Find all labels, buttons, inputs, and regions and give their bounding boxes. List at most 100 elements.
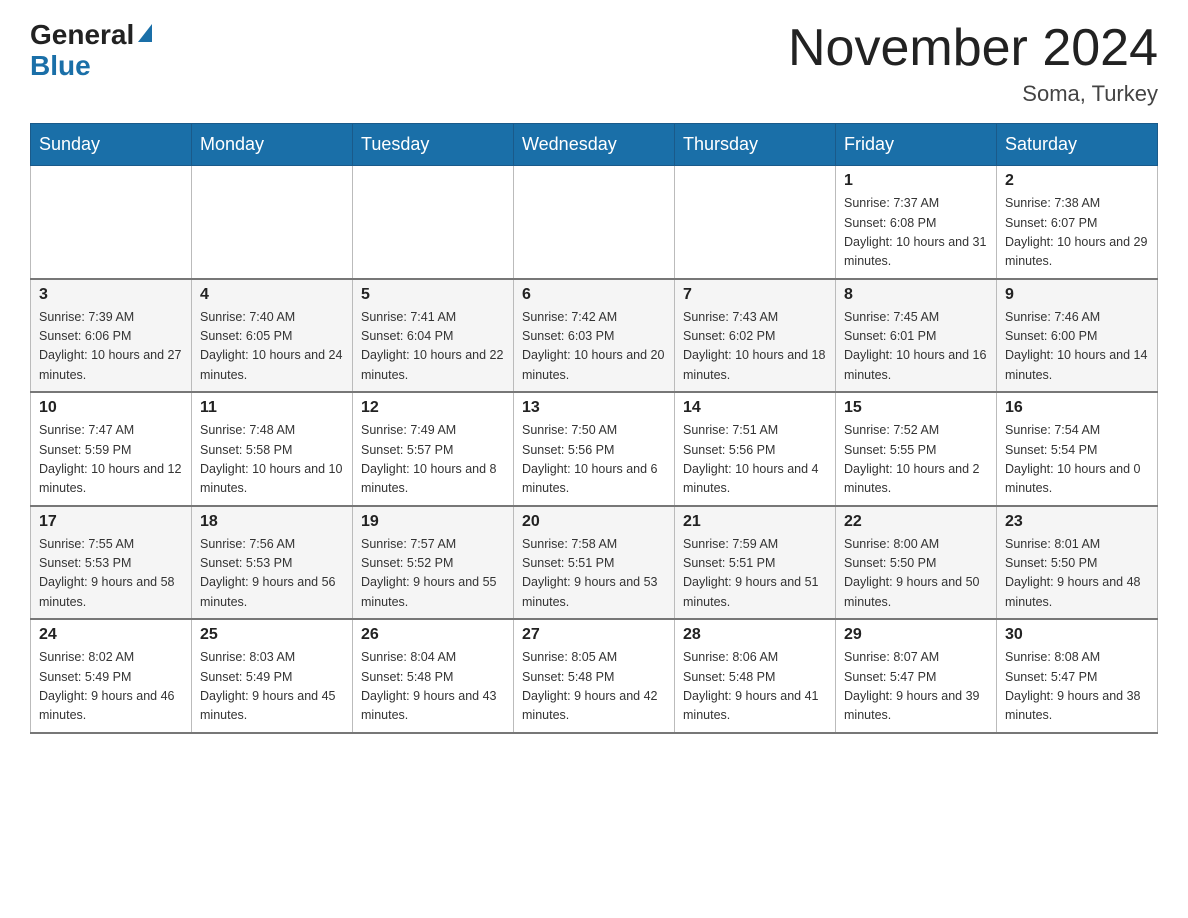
day-number: 3: [39, 286, 183, 304]
calendar-cell: [514, 166, 675, 279]
calendar-cell: 30 Sunrise: 8:08 AMSunset: 5:47 PMDayligh…: [997, 619, 1158, 733]
day-info: Sunrise: 7:37 AMSunset: 6:08 PMDaylight:…: [844, 194, 988, 272]
day-number: 22: [844, 513, 988, 531]
calendar-week-2: 3 Sunrise: 7:39 AMSunset: 6:06 PMDaylight…: [31, 279, 1158, 393]
day-number: 26: [361, 626, 505, 644]
calendar-week-5: 24 Sunrise: 8:02 AMSunset: 5:49 PMDayligh…: [31, 619, 1158, 733]
calendar-cell: 16 Sunrise: 7:54 AMSunset: 5:54 PMDayligh…: [997, 392, 1158, 506]
col-header-tuesday: Tuesday: [353, 124, 514, 166]
calendar-cell: 13 Sunrise: 7:50 AMSunset: 5:56 PMDayligh…: [514, 392, 675, 506]
day-info: Sunrise: 8:02 AMSunset: 5:49 PMDaylight:…: [39, 648, 183, 726]
calendar-cell: 11 Sunrise: 7:48 AMSunset: 5:58 PMDayligh…: [192, 392, 353, 506]
day-number: 6: [522, 286, 666, 304]
calendar-cell: 23 Sunrise: 8:01 AMSunset: 5:50 PMDayligh…: [997, 506, 1158, 620]
day-number: 29: [844, 626, 988, 644]
day-number: 23: [1005, 513, 1149, 531]
calendar-cell: 27 Sunrise: 8:05 AMSunset: 5:48 PMDayligh…: [514, 619, 675, 733]
logo: General Blue: [30, 20, 152, 82]
calendar-week-1: 1Sunrise: 7:37 AMSunset: 6:08 PMDaylight…: [31, 166, 1158, 279]
logo-blue: Blue: [30, 51, 91, 82]
day-info: Sunrise: 7:51 AMSunset: 5:56 PMDaylight:…: [683, 421, 827, 499]
day-info: Sunrise: 7:40 AMSunset: 6:05 PMDaylight:…: [200, 308, 344, 386]
day-number: 19: [361, 513, 505, 531]
calendar-cell: 19 Sunrise: 7:57 AMSunset: 5:52 PMDayligh…: [353, 506, 514, 620]
day-number: 13: [522, 399, 666, 417]
day-info: Sunrise: 8:08 AMSunset: 5:47 PMDaylight:…: [1005, 648, 1149, 726]
day-number: 12: [361, 399, 505, 417]
calendar-cell: 15Sunrise: 7:52 AMSunset: 5:55 PMDayligh…: [836, 392, 997, 506]
calendar-cell: [675, 166, 836, 279]
day-info: Sunrise: 8:00 AMSunset: 5:50 PMDaylight:…: [844, 535, 988, 613]
day-number: 7: [683, 286, 827, 304]
day-info: Sunrise: 7:46 AMSunset: 6:00 PMDaylight:…: [1005, 308, 1149, 386]
calendar-cell: 8Sunrise: 7:45 AMSunset: 6:01 PMDaylight…: [836, 279, 997, 393]
day-number: 11: [200, 399, 344, 417]
day-info: Sunrise: 8:01 AMSunset: 5:50 PMDaylight:…: [1005, 535, 1149, 613]
location-title: Soma, Turkey: [788, 81, 1158, 107]
col-header-thursday: Thursday: [675, 124, 836, 166]
day-info: Sunrise: 8:04 AMSunset: 5:48 PMDaylight:…: [361, 648, 505, 726]
day-number: 2: [1005, 172, 1149, 190]
day-number: 25: [200, 626, 344, 644]
day-number: 30: [1005, 626, 1149, 644]
calendar-cell: [31, 166, 192, 279]
day-number: 5: [361, 286, 505, 304]
day-number: 24: [39, 626, 183, 644]
calendar-cell: 10Sunrise: 7:47 AMSunset: 5:59 PMDayligh…: [31, 392, 192, 506]
calendar-header-row: SundayMondayTuesdayWednesdayThursdayFrid…: [31, 124, 1158, 166]
day-info: Sunrise: 8:05 AMSunset: 5:48 PMDaylight:…: [522, 648, 666, 726]
logo-general: General: [30, 20, 134, 51]
day-info: Sunrise: 7:58 AMSunset: 5:51 PMDaylight:…: [522, 535, 666, 613]
day-number: 14: [683, 399, 827, 417]
calendar-cell: 3 Sunrise: 7:39 AMSunset: 6:06 PMDaylight…: [31, 279, 192, 393]
day-number: 8: [844, 286, 988, 304]
logo-triangle-icon: [138, 24, 152, 42]
calendar-table: SundayMondayTuesdayWednesdayThursdayFrid…: [30, 123, 1158, 734]
calendar-cell: [353, 166, 514, 279]
day-info: Sunrise: 7:49 AMSunset: 5:57 PMDaylight:…: [361, 421, 505, 499]
col-header-monday: Monday: [192, 124, 353, 166]
day-info: Sunrise: 8:03 AMSunset: 5:49 PMDaylight:…: [200, 648, 344, 726]
day-number: 21: [683, 513, 827, 531]
calendar-week-4: 17 Sunrise: 7:55 AMSunset: 5:53 PMDayligh…: [31, 506, 1158, 620]
calendar-cell: 12 Sunrise: 7:49 AMSunset: 5:57 PMDayligh…: [353, 392, 514, 506]
day-info: Sunrise: 7:39 AMSunset: 6:06 PMDaylight:…: [39, 308, 183, 386]
calendar-cell: 28Sunrise: 8:06 AMSunset: 5:48 PMDayligh…: [675, 619, 836, 733]
calendar-cell: 26 Sunrise: 8:04 AMSunset: 5:48 PMDayligh…: [353, 619, 514, 733]
day-number: 4: [200, 286, 344, 304]
calendar-cell: 9 Sunrise: 7:46 AMSunset: 6:00 PMDaylight…: [997, 279, 1158, 393]
col-header-friday: Friday: [836, 124, 997, 166]
calendar-cell: 22 Sunrise: 8:00 AMSunset: 5:50 PMDayligh…: [836, 506, 997, 620]
title-area: November 2024 Soma, Turkey: [788, 20, 1158, 107]
day-info: Sunrise: 8:06 AMSunset: 5:48 PMDaylight:…: [683, 648, 827, 726]
calendar-cell: 4 Sunrise: 7:40 AMSunset: 6:05 PMDaylight…: [192, 279, 353, 393]
day-number: 9: [1005, 286, 1149, 304]
day-info: Sunrise: 7:55 AMSunset: 5:53 PMDaylight:…: [39, 535, 183, 613]
calendar-cell: 7Sunrise: 7:43 AMSunset: 6:02 PMDaylight…: [675, 279, 836, 393]
day-info: Sunrise: 7:57 AMSunset: 5:52 PMDaylight:…: [361, 535, 505, 613]
day-info: Sunrise: 8:07 AMSunset: 5:47 PMDaylight:…: [844, 648, 988, 726]
day-info: Sunrise: 7:54 AMSunset: 5:54 PMDaylight:…: [1005, 421, 1149, 499]
calendar-cell: 20Sunrise: 7:58 AMSunset: 5:51 PMDayligh…: [514, 506, 675, 620]
day-number: 16: [1005, 399, 1149, 417]
calendar-cell: [192, 166, 353, 279]
day-number: 15: [844, 399, 988, 417]
day-info: Sunrise: 7:48 AMSunset: 5:58 PMDaylight:…: [200, 421, 344, 499]
calendar-cell: 17 Sunrise: 7:55 AMSunset: 5:53 PMDayligh…: [31, 506, 192, 620]
day-info: Sunrise: 7:41 AMSunset: 6:04 PMDaylight:…: [361, 308, 505, 386]
day-info: Sunrise: 7:50 AMSunset: 5:56 PMDaylight:…: [522, 421, 666, 499]
calendar-cell: 18Sunrise: 7:56 AMSunset: 5:53 PMDayligh…: [192, 506, 353, 620]
calendar-week-3: 10Sunrise: 7:47 AMSunset: 5:59 PMDayligh…: [31, 392, 1158, 506]
day-info: Sunrise: 7:59 AMSunset: 5:51 PMDaylight:…: [683, 535, 827, 613]
col-header-saturday: Saturday: [997, 124, 1158, 166]
calendar-cell: 6 Sunrise: 7:42 AMSunset: 6:03 PMDaylight…: [514, 279, 675, 393]
calendar-cell: 29 Sunrise: 8:07 AMSunset: 5:47 PMDayligh…: [836, 619, 997, 733]
day-info: Sunrise: 7:42 AMSunset: 6:03 PMDaylight:…: [522, 308, 666, 386]
calendar-cell: 1Sunrise: 7:37 AMSunset: 6:08 PMDaylight…: [836, 166, 997, 279]
calendar-cell: 24 Sunrise: 8:02 AMSunset: 5:49 PMDayligh…: [31, 619, 192, 733]
day-info: Sunrise: 7:47 AMSunset: 5:59 PMDaylight:…: [39, 421, 183, 499]
day-info: Sunrise: 7:56 AMSunset: 5:53 PMDaylight:…: [200, 535, 344, 613]
day-number: 17: [39, 513, 183, 531]
day-number: 27: [522, 626, 666, 644]
calendar-cell: 21 Sunrise: 7:59 AMSunset: 5:51 PMDayligh…: [675, 506, 836, 620]
